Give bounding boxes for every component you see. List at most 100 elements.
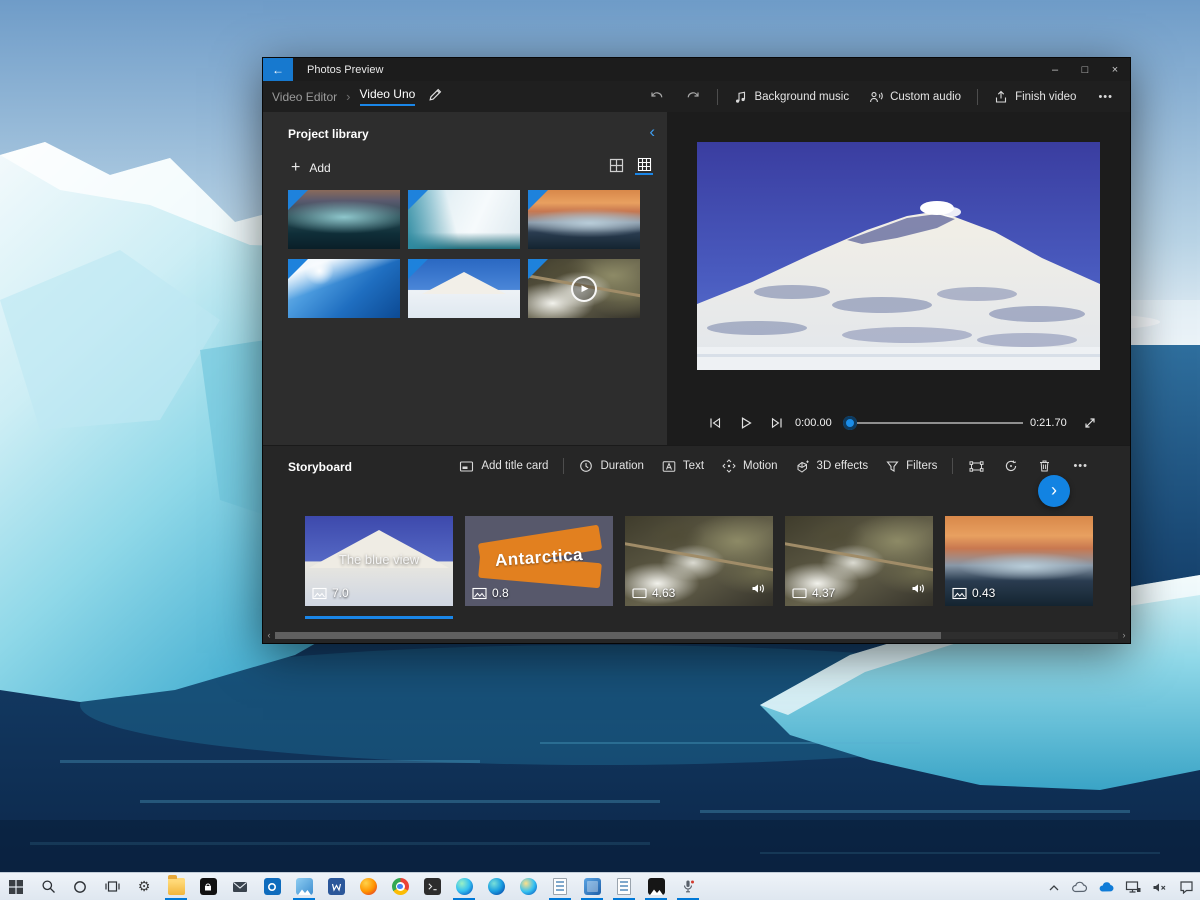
video-preview[interactable] — [697, 142, 1100, 370]
large-grid-view-button[interactable] — [607, 157, 625, 175]
seek-thumb[interactable] — [843, 416, 857, 430]
breadcrumb-video-editor[interactable]: Video Editor — [272, 90, 337, 104]
scrollbar-thumb[interactable] — [275, 632, 941, 639]
onedrive-personal-icon[interactable] — [1071, 881, 1087, 893]
network-icon[interactable] — [1125, 880, 1141, 894]
clip-title: The blue view — [338, 552, 420, 567]
next-frame-button[interactable] — [762, 416, 792, 430]
delete-button[interactable] — [1028, 459, 1061, 473]
photos-app-button[interactable] — [288, 873, 320, 900]
storyboard-clip-3[interactable]: 4.63 — [625, 516, 773, 606]
edge-canary-button[interactable] — [512, 873, 544, 900]
finish-video-button[interactable]: Finish video — [984, 84, 1086, 110]
cortana-button[interactable] — [64, 873, 96, 900]
view-toggles — [607, 157, 653, 175]
microsoft-store-button[interactable] — [192, 873, 224, 900]
onedrive-business-icon[interactable] — [1098, 881, 1114, 893]
scrollbar-left-arrow[interactable]: ‹ — [263, 631, 275, 640]
edge-button[interactable] — [448, 873, 480, 900]
voice-recorder-button[interactable] — [672, 873, 704, 900]
undo-button[interactable] — [639, 90, 675, 104]
collapse-panel-button[interactable]: ‹ — [649, 123, 655, 140]
breadcrumb-project-name[interactable]: Video Uno — [359, 87, 416, 106]
document-icon — [553, 878, 567, 895]
scrollbar-track[interactable] — [275, 632, 1118, 639]
library-thumbnail[interactable] — [528, 190, 640, 249]
text-icon — [662, 460, 676, 472]
library-thumbnail[interactable] — [408, 259, 520, 318]
custom-audio-button[interactable]: Custom audio — [859, 84, 971, 110]
chrome-button[interactable] — [384, 873, 416, 900]
display-app-button[interactable] — [576, 873, 608, 900]
storyboard-clip-5[interactable]: 0.43 — [945, 516, 1093, 606]
back-button[interactable]: ← — [263, 58, 293, 81]
previous-frame-button[interactable] — [700, 416, 730, 430]
redo-button[interactable] — [675, 90, 711, 104]
task-view-button[interactable] — [96, 873, 128, 900]
added-corner-icon — [528, 259, 548, 279]
resize-button[interactable] — [959, 460, 994, 473]
play-overlay-icon: ▶ — [571, 275, 597, 302]
library-thumbnail[interactable] — [288, 259, 400, 318]
close-button[interactable]: × — [1100, 58, 1130, 81]
maximize-button[interactable]: □ — [1070, 58, 1100, 81]
breadcrumb: Video Editor › Video Uno — [272, 81, 443, 112]
photos-legacy-button[interactable] — [640, 873, 672, 900]
small-grid-view-button[interactable] — [635, 157, 653, 175]
filters-icon — [886, 460, 899, 472]
search-button[interactable] — [32, 873, 64, 900]
storyboard-clip-4[interactable]: 4.37 — [785, 516, 933, 606]
edge-beta-button[interactable] — [480, 873, 512, 900]
fullscreen-button[interactable] — [1075, 416, 1105, 430]
added-corner-icon — [408, 259, 428, 279]
storyboard-more-button[interactable]: ••• — [1061, 460, 1100, 472]
storyboard-clip-2[interactable]: Antarctica 0.8 — [465, 516, 613, 606]
minimize-button[interactable]: – — [1040, 58, 1070, 81]
rename-pencil-icon[interactable] — [428, 87, 443, 107]
audio-on-icon[interactable] — [751, 582, 766, 600]
added-corner-icon — [288, 190, 308, 210]
seek-slider[interactable] — [843, 416, 1023, 430]
library-thumbnail[interactable] — [408, 190, 520, 249]
add-title-card-button[interactable]: Add title card — [450, 453, 557, 479]
terminal-button[interactable] — [416, 873, 448, 900]
edge-icon — [455, 878, 473, 895]
filters-button[interactable]: Filters — [877, 453, 946, 479]
title-bar: ← Photos Preview – □ × — [263, 58, 1130, 81]
outlook-button[interactable] — [256, 873, 288, 900]
seek-track[interactable] — [845, 422, 1023, 424]
firefox-icon — [359, 878, 377, 895]
word-button[interactable] — [320, 873, 352, 900]
library-thumbnail[interactable] — [288, 190, 400, 249]
word-icon — [327, 878, 345, 895]
show-hidden-icons-chevron[interactable] — [1048, 883, 1060, 892]
scrollbar-right-arrow[interactable]: › — [1118, 631, 1130, 640]
project-library-title: Project library — [288, 127, 369, 141]
action-center-icon[interactable] — [1179, 880, 1194, 894]
audio-on-icon[interactable] — [911, 582, 926, 600]
video-icon — [792, 588, 807, 599]
start-button[interactable] — [0, 873, 32, 900]
toolbar-divider — [977, 88, 979, 105]
volume-muted-icon[interactable] — [1152, 881, 1168, 894]
file-explorer-button[interactable] — [160, 873, 192, 900]
firefox-button[interactable] — [352, 873, 384, 900]
legacy-app-button[interactable] — [544, 873, 576, 900]
add-media-button[interactable]: + Add — [291, 159, 331, 177]
text-button[interactable]: Text — [653, 453, 713, 479]
legacy-app2-button[interactable] — [608, 873, 640, 900]
more-options-button[interactable]: ••• — [1086, 91, 1125, 103]
3d-effects-button[interactable]: 3D effects — [787, 453, 878, 479]
storyboard-clip-1[interactable]: The blue view 7.0 — [305, 516, 453, 619]
rotate-button[interactable] — [994, 459, 1028, 473]
storyboard-scrollbar[interactable]: ‹ › — [263, 631, 1130, 640]
play-button[interactable] — [731, 416, 761, 430]
mail-button[interactable] — [224, 873, 256, 900]
settings-button[interactable]: ⚙ — [128, 873, 160, 900]
scroll-clips-right-button[interactable]: › — [1038, 475, 1070, 507]
library-thumbnail-video[interactable]: ▶ — [528, 259, 640, 318]
duration-button[interactable]: Duration — [570, 453, 652, 479]
terminal-icon — [423, 878, 441, 895]
motion-button[interactable]: Motion — [713, 453, 787, 479]
background-music-button[interactable]: Background music — [724, 84, 859, 110]
